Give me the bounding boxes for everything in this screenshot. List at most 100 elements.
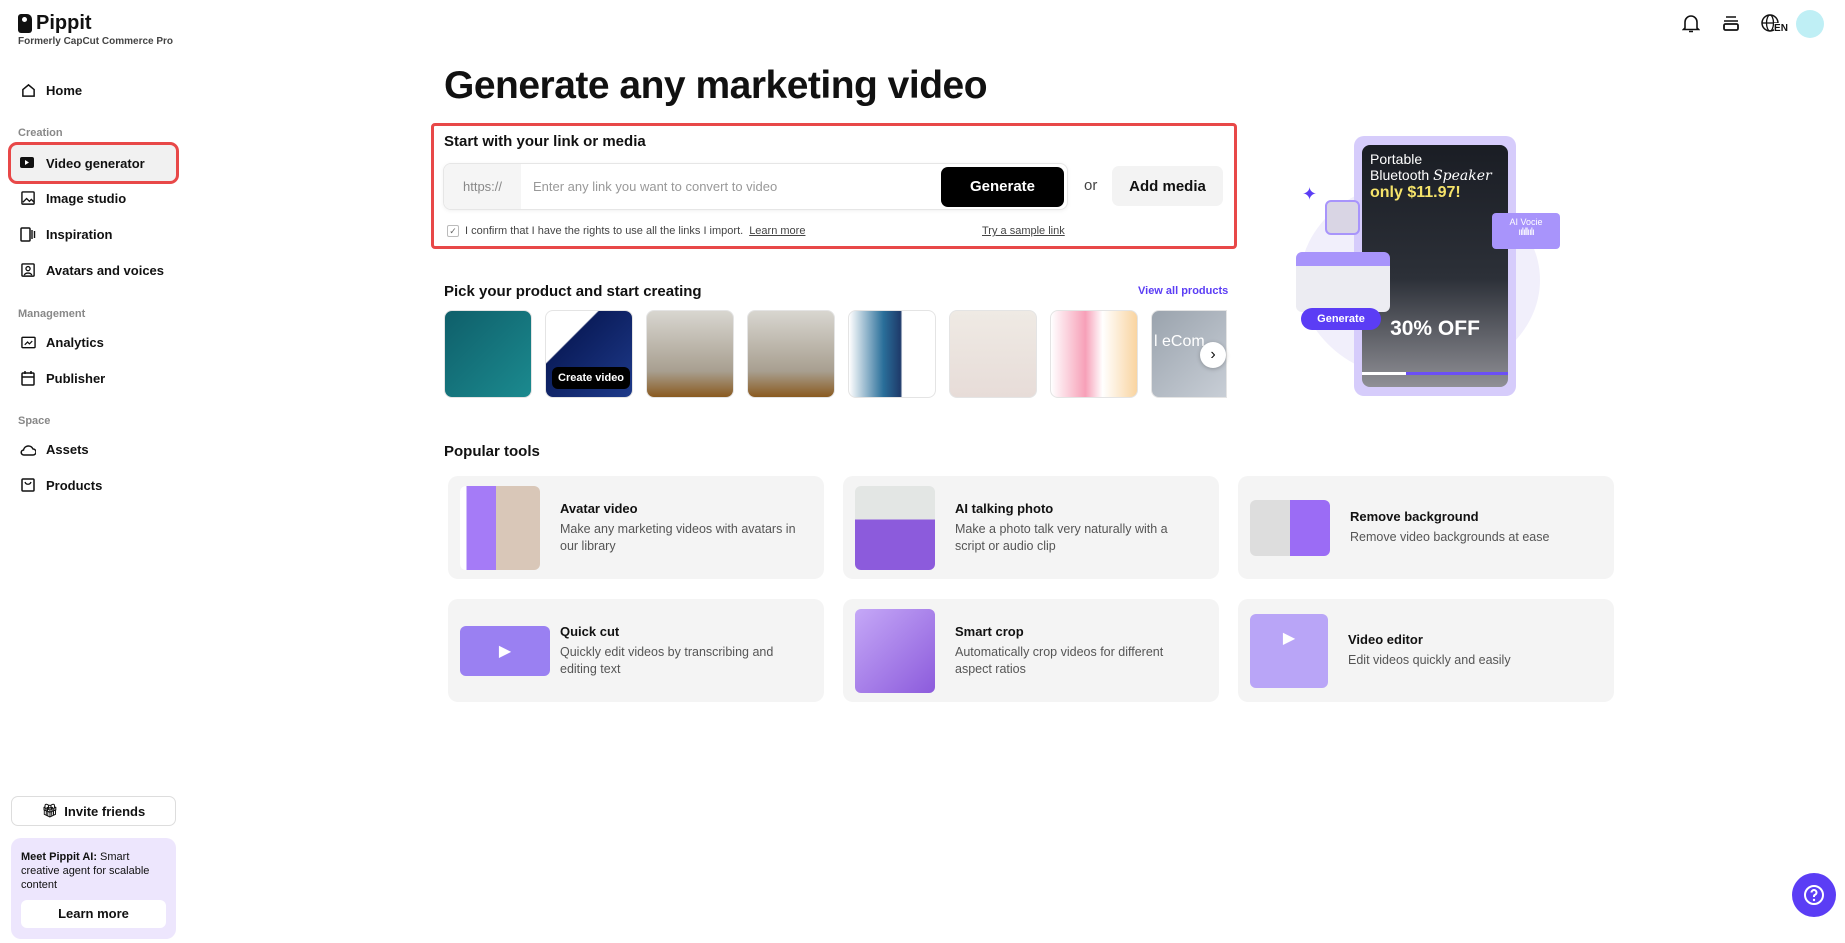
inspiration-icon	[20, 226, 36, 242]
hero-line1: Portable	[1370, 151, 1423, 167]
learn-more-button[interactable]: Learn more	[21, 900, 166, 928]
tool-desc: Quickly edit videos by transcribing and …	[560, 644, 774, 676]
tool-card-smart-crop[interactable]: Smart crop Automatically crop videos for …	[843, 599, 1219, 702]
tool-desc: Edit videos quickly and easily	[1348, 653, 1511, 667]
hero-generate-badge: Generate	[1301, 308, 1381, 330]
view-all-products-link[interactable]: View all products	[1138, 285, 1228, 297]
hero-line2-italic: Speaker	[1433, 168, 1492, 184]
section-space: Space	[18, 415, 51, 427]
product-thumbnail[interactable]	[444, 310, 532, 398]
sidebar-item-assets[interactable]: Assets	[11, 431, 176, 467]
link-input[interactable]: Enter any link you want to convert to vi…	[521, 179, 941, 194]
analytics-icon	[20, 334, 36, 350]
sidebar-item-home[interactable]: Home	[11, 72, 176, 108]
sidebar-item-products[interactable]: Products	[11, 467, 176, 503]
cloud-icon	[20, 441, 36, 457]
confirm-text: I confirm that I have the rights to use …	[465, 225, 744, 237]
link-input-row: https:// Enter any link you want to conv…	[443, 163, 1068, 210]
help-button[interactable]	[1792, 873, 1836, 917]
home-icon	[20, 82, 36, 98]
tool-card-remove-background[interactable]: Remove background Remove video background…	[1238, 476, 1614, 579]
label: Publisher	[46, 370, 106, 386]
invite-friends-button[interactable]: 🎁︎ Invite friends	[11, 796, 176, 826]
link-section-heading: Start with your link or media	[444, 133, 646, 150]
product-thumbnail[interactable]	[1050, 310, 1138, 398]
language-globe-icon[interactable]: EN	[1758, 10, 1790, 36]
sidebar-item-inspiration[interactable]: Inspiration	[11, 216, 176, 252]
label: Image studio	[46, 190, 127, 206]
talking-photo-thumbnail	[855, 485, 935, 570]
tool-title: Smart crop	[955, 623, 1024, 639]
tool-card-video-editor[interactable]: ▶ Video editor Edit videos quickly and eas…	[1238, 599, 1614, 702]
label: Invite friends	[64, 803, 146, 819]
ai-voice-badge: AI Vocie ıılıllıılı	[1492, 213, 1560, 249]
tool-title: Remove background	[1350, 509, 1479, 524]
sidebar-item-publisher[interactable]: Publisher	[11, 360, 176, 396]
hero-price: only $11.97!	[1370, 184, 1461, 201]
sidebar-item-analytics[interactable]: Analytics	[11, 324, 176, 360]
learn-more-link[interactable]: Learn more	[749, 225, 805, 237]
sidebar-item-video-generator[interactable]: Video generator	[8, 142, 179, 184]
product-thumbnail[interactable]	[848, 310, 936, 398]
tool-title: AI talking photo	[955, 500, 1054, 516]
smart-crop-thumbnail	[855, 608, 935, 693]
tool-title: Video editor	[1348, 632, 1423, 647]
label: Video generator	[46, 155, 145, 171]
image-icon	[20, 190, 36, 206]
section-management: Management	[18, 308, 86, 320]
sidebar-item-avatars-and-voices[interactable]: Avatars and voices	[11, 252, 176, 288]
product-icon	[20, 477, 36, 493]
video-editor-thumbnail: ▶	[1250, 613, 1328, 688]
generate-button[interactable]: Generate	[941, 166, 1064, 207]
next-arrow-button[interactable]: ›	[1200, 342, 1226, 368]
language-code: EN	[1774, 22, 1788, 34]
tool-desc: Automatically crop videos for different …	[955, 644, 1164, 676]
or-label: or	[1084, 177, 1098, 194]
try-sample-link[interactable]: Try a sample link	[982, 225, 1065, 237]
label: Products	[46, 477, 103, 493]
quick-cut-thumbnail: ▶	[460, 625, 550, 676]
question-icon	[1804, 885, 1824, 905]
avatar-video-thumbnail	[460, 485, 540, 570]
label: Inspiration	[46, 226, 113, 242]
product-thumbnail[interactable]	[646, 310, 734, 398]
avatar-icon	[20, 262, 36, 278]
tool-title: Quick cut	[560, 623, 620, 639]
product-thumbnail[interactable]: Create video	[545, 310, 633, 398]
pippit-ai-promo: Meet Pippit AI: Smart creative agent for…	[11, 838, 176, 939]
tool-desc: Remove video backgrounds at ease	[1350, 530, 1550, 544]
thumb-text: l eCom	[1154, 333, 1205, 350]
page-title: Generate any marketing video	[444, 64, 988, 107]
add-media-button[interactable]: Add media	[1112, 166, 1223, 206]
hero-line2: Bluetooth	[1370, 167, 1430, 183]
confirm-checkbox[interactable]: ✓	[447, 225, 459, 237]
rights-confirmation: ✓ I confirm that I have the rights to use…	[447, 225, 805, 237]
product-thumbnail[interactable]	[747, 310, 835, 398]
logo-icon	[18, 14, 32, 33]
gift-icon: 🎁︎	[41, 803, 59, 818]
url-prefix: https://	[444, 164, 521, 209]
product-thumbnail[interactable]	[949, 310, 1037, 398]
headphones-thumbnail	[1325, 200, 1360, 235]
promo-title: Meet Pippit AI:	[21, 851, 97, 863]
popular-tools-heading: Popular tools	[444, 443, 540, 460]
tool-card-avatar-video[interactable]: Avatar video Make any marketing videos wi…	[448, 476, 824, 579]
bell-icon[interactable]	[1678, 10, 1704, 36]
tool-card-ai-talking-photo[interactable]: AI talking photo Make a photo talk very n…	[843, 476, 1219, 579]
label: Avatars and voices	[46, 262, 165, 278]
sidebar-item-image-studio[interactable]: Image studio	[11, 180, 176, 216]
calendar-icon	[20, 370, 36, 386]
user-avatar[interactable]	[1796, 10, 1824, 38]
subscription-icon[interactable]	[1718, 10, 1744, 36]
ai-voice-label: AI Vocie	[1509, 217, 1543, 227]
products-heading: Pick your product and start creating	[444, 283, 702, 300]
section-creation: Creation	[18, 127, 63, 139]
create-video-button[interactable]: Create video	[552, 367, 631, 389]
remove-background-thumbnail	[1250, 499, 1330, 556]
hero-progress	[1362, 372, 1508, 375]
tool-card-quick-cut[interactable]: ▶ Quick cut Quickly edit videos by transcr…	[448, 599, 824, 702]
pippit-logo[interactable]: Pippit	[18, 12, 92, 35]
brand-subtitle: Formerly CapCut Commerce Pro	[18, 36, 174, 47]
label: Home	[46, 82, 83, 98]
tool-desc: Make any marketing videos with avatars i…	[560, 521, 796, 553]
